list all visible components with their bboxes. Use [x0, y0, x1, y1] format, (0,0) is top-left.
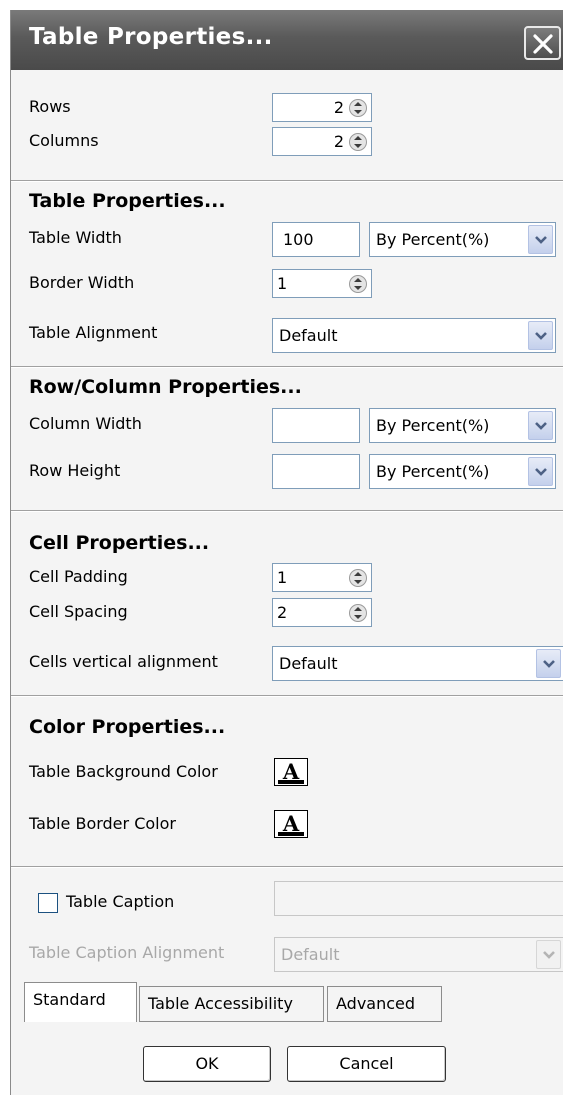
- chevron-down-icon: [543, 660, 555, 668]
- row-height-unit-select[interactable]: By Percent(%): [369, 454, 556, 489]
- cell-spacing-value: 2: [277, 603, 288, 622]
- separator: [11, 866, 563, 868]
- font-color-icon: A: [274, 810, 308, 838]
- cancel-button[interactable]: Cancel: [287, 1046, 446, 1082]
- dropdown-button[interactable]: [528, 411, 553, 440]
- tab-standard[interactable]: Standard: [24, 982, 137, 1022]
- table-properties-dialog: Table Properties... Rows 2 Columns 2 Tab…: [10, 10, 563, 1095]
- tab-table-accessibility[interactable]: Table Accessibility: [139, 986, 324, 1022]
- close-icon: [533, 34, 553, 54]
- spin-arrows-icon[interactable]: [349, 274, 367, 294]
- separator: [11, 366, 563, 368]
- tab-advanced[interactable]: Advanced: [327, 986, 442, 1022]
- table-border-color-label: Table Border Color: [29, 814, 176, 833]
- cells-vertical-alignment-select[interactable]: Default: [272, 646, 563, 681]
- cell-padding-value: 1: [277, 568, 288, 587]
- cell-spacing-label: Cell Spacing: [29, 602, 128, 621]
- row-height-input[interactable]: [272, 454, 360, 489]
- column-width-unit-select[interactable]: By Percent(%): [369, 408, 556, 443]
- chevron-down-icon: [535, 422, 547, 430]
- columns-label: Columns: [29, 131, 99, 150]
- table-alignment-select[interactable]: Default: [272, 318, 556, 353]
- table-caption-alignment-value: Default: [281, 945, 340, 964]
- cells-vertical-alignment-value: Default: [279, 654, 338, 673]
- separator: [11, 510, 563, 512]
- table-background-color-label: Table Background Color: [29, 762, 218, 781]
- row-height-unit-value: By Percent(%): [376, 462, 490, 481]
- rows-value: 2: [333, 98, 344, 117]
- table-width-label: Table Width: [29, 228, 122, 247]
- row-column-properties-header: Row/Column Properties...: [29, 376, 302, 398]
- separator: [11, 180, 563, 182]
- title-bar[interactable]: Table Properties...: [11, 10, 563, 70]
- table-caption-checkbox[interactable]: [38, 893, 58, 913]
- dialog-title: Table Properties...: [29, 24, 273, 50]
- cell-spacing-spinner[interactable]: 2: [272, 598, 372, 627]
- table-width-unit-select[interactable]: By Percent(%): [369, 222, 556, 257]
- spin-arrows-icon[interactable]: [349, 568, 367, 588]
- table-width-unit-value: By Percent(%): [376, 230, 490, 249]
- row-height-label: Row Height: [29, 461, 121, 480]
- column-width-unit-value: By Percent(%): [376, 416, 490, 435]
- font-color-icon: A: [274, 758, 308, 786]
- chevron-down-icon: [535, 332, 547, 340]
- border-width-spinner[interactable]: 1: [272, 269, 372, 298]
- spin-arrows-icon[interactable]: [349, 603, 367, 623]
- table-caption-input[interactable]: [274, 881, 563, 916]
- table-caption-alignment-label: Table Caption Alignment: [29, 943, 225, 962]
- background-color-button[interactable]: A: [274, 758, 308, 786]
- separator: [11, 695, 563, 697]
- table-alignment-label: Table Alignment: [29, 323, 158, 342]
- cell-padding-spinner[interactable]: 1: [272, 563, 372, 592]
- dropdown-button[interactable]: [528, 225, 553, 254]
- dropdown-button[interactable]: [536, 940, 561, 969]
- column-width-input[interactable]: [272, 408, 360, 443]
- spin-arrows-icon[interactable]: [349, 132, 367, 152]
- close-button[interactable]: [524, 26, 561, 60]
- rows-spinner[interactable]: 2: [272, 93, 372, 122]
- dropdown-button[interactable]: [528, 321, 553, 350]
- border-color-button[interactable]: A: [274, 810, 308, 838]
- columns-spinner[interactable]: 2: [272, 127, 372, 156]
- cells-vertical-alignment-label: Cells vertical alignment: [29, 652, 218, 671]
- chevron-down-icon: [535, 236, 547, 244]
- column-width-label: Column Width: [29, 414, 142, 433]
- table-width-input[interactable]: 100: [272, 222, 360, 257]
- table-caption-label[interactable]: Table Caption: [66, 892, 174, 911]
- table-properties-header: Table Properties...: [29, 190, 226, 212]
- table-caption-alignment-select[interactable]: Default: [274, 937, 563, 972]
- dropdown-button[interactable]: [536, 649, 561, 678]
- table-width-value: 100: [283, 230, 314, 249]
- color-properties-header: Color Properties...: [29, 716, 226, 738]
- spin-arrows-icon[interactable]: [349, 98, 367, 118]
- ok-button[interactable]: OK: [143, 1046, 271, 1082]
- table-alignment-value: Default: [279, 326, 338, 345]
- chevron-down-icon: [543, 951, 555, 959]
- dropdown-button[interactable]: [528, 457, 553, 486]
- chevron-down-icon: [535, 468, 547, 476]
- border-width-value: 1: [277, 274, 288, 293]
- rows-label: Rows: [29, 97, 71, 116]
- columns-value: 2: [333, 132, 344, 151]
- cell-properties-header: Cell Properties...: [29, 532, 210, 554]
- border-width-label: Border Width: [29, 273, 135, 292]
- cell-padding-label: Cell Padding: [29, 567, 128, 586]
